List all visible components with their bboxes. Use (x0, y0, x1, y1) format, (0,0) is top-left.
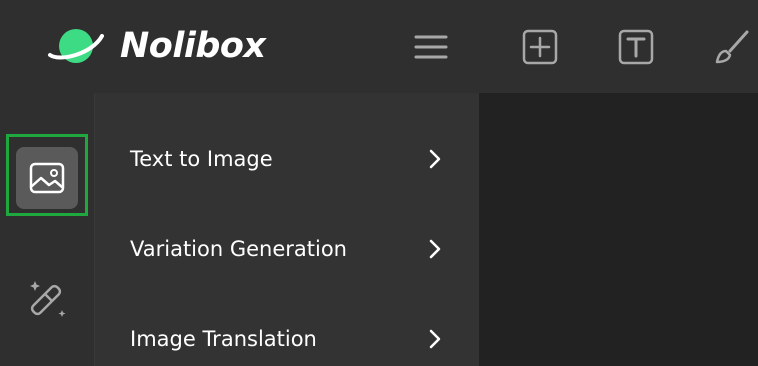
add-frame-icon[interactable] (520, 27, 560, 67)
image-icon[interactable] (16, 147, 78, 209)
chevron-right-icon (429, 329, 441, 349)
magic-wand-icon[interactable] (22, 274, 72, 324)
chevron-right-icon (429, 149, 441, 169)
menu-item-label: Variation Generation (130, 237, 347, 261)
menu-item-text-to-image[interactable]: Text to Image (95, 129, 479, 189)
menu-item-variation-generation[interactable]: Variation Generation (95, 219, 479, 279)
menu-item-label: Text to Image (130, 147, 273, 171)
canvas-area[interactable] (479, 93, 758, 366)
top-header: Nolibox (0, 0, 758, 93)
planet-logo-icon (46, 22, 106, 70)
submenu-panel: Text to Image Variation Generation Image… (95, 93, 479, 366)
menu-icon[interactable] (411, 27, 451, 67)
menu-item-image-translation[interactable]: Image Translation (95, 309, 479, 366)
brush-icon[interactable] (712, 27, 752, 67)
brand-name: Nolibox (120, 26, 266, 66)
app-window: Nolibox Text to Image Variation Generati… (0, 0, 758, 366)
chevron-right-icon (429, 239, 441, 259)
text-tool-icon[interactable] (616, 27, 656, 67)
menu-item-label: Image Translation (130, 327, 317, 351)
